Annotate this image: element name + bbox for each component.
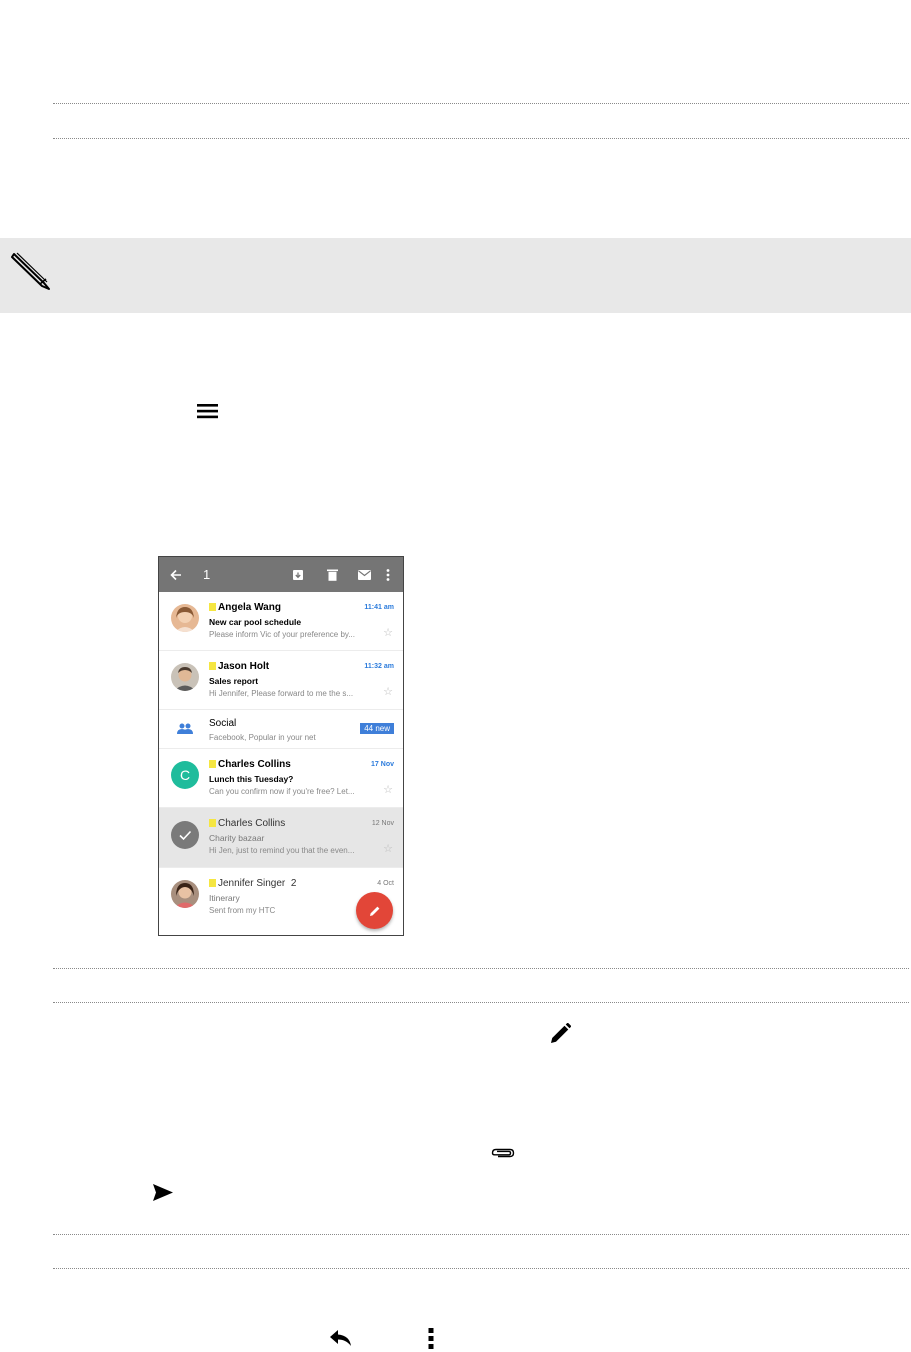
more-vert-icon <box>428 1328 434 1349</box>
email-subject: Sales report <box>209 676 259 686</box>
note-box <box>0 238 911 313</box>
important-marker-icon <box>209 662 216 670</box>
selected-count: 1 <box>203 567 211 582</box>
important-marker-icon <box>209 819 216 827</box>
email-sender: Angela Wang <box>209 602 281 613</box>
thread-count: 2 <box>290 878 297 889</box>
mark-unread-button[interactable] <box>355 557 373 592</box>
reply-icon <box>330 1330 351 1346</box>
trash-icon <box>326 569 338 581</box>
email-row[interactable]: C Charles Collins 17 Nov Lunch this Tues… <box>159 749 403 808</box>
avatar <box>171 663 199 691</box>
attachment-icon <box>491 1148 515 1158</box>
more-vert-icon <box>386 568 390 581</box>
pencil-icon <box>369 906 379 916</box>
avatar <box>171 604 199 632</box>
inbox-screenshot: 1 Angela Wang 11:41 am New car pool sche… <box>158 556 404 936</box>
compose-pencil-icon <box>551 1023 571 1043</box>
email-subject: Charity bazaar <box>209 833 265 843</box>
category-snippet: Facebook, Popular in your net <box>209 733 316 742</box>
star-icon[interactable]: ☆ <box>383 844 393 855</box>
email-time: 11:32 am <box>364 663 394 670</box>
check-icon <box>179 830 192 841</box>
category-name: Social <box>209 718 237 729</box>
divider <box>53 1234 909 1235</box>
note-pencil-icon <box>11 252 50 290</box>
email-snippet: Hi Jennifer, Please forward to me the s.… <box>209 689 354 698</box>
back-arrow-icon <box>170 569 181 580</box>
email-snippet: Please inform Vic of your preference by.… <box>209 630 355 639</box>
email-snippet: Hi Jen, just to remind you that the even… <box>209 846 355 855</box>
action-toolbar: 1 <box>159 557 403 592</box>
email-sender: Charles Collins <box>209 759 291 770</box>
avatar: C <box>171 761 199 789</box>
divider <box>53 1002 909 1003</box>
star-icon[interactable]: ☆ <box>383 785 393 796</box>
divider <box>53 968 909 969</box>
divider <box>53 103 909 104</box>
email-sender: Charles Collins <box>209 818 285 829</box>
star-icon[interactable]: ☆ <box>383 687 393 698</box>
important-marker-icon <box>209 879 216 887</box>
divider <box>53 1268 909 1269</box>
send-icon <box>153 1184 173 1201</box>
email-row[interactable]: Angela Wang 11:41 am New car pool schedu… <box>159 592 403 651</box>
star-icon[interactable]: ☆ <box>383 628 393 639</box>
more-options-button[interactable] <box>381 557 395 592</box>
email-subject: New car pool schedule <box>209 617 302 627</box>
email-subject: Itinerary <box>209 893 240 903</box>
email-time: 11:41 am <box>364 604 394 611</box>
email-time: 4 Oct <box>377 880 394 887</box>
avatar <box>171 880 199 908</box>
menu-icon <box>197 404 218 419</box>
divider <box>53 138 909 139</box>
important-marker-icon <box>209 760 216 768</box>
compose-button[interactable] <box>356 892 393 929</box>
archive-icon <box>293 569 303 580</box>
people-icon <box>177 723 193 734</box>
email-time: 17 Nov <box>371 761 394 768</box>
email-snippet: Sent from my HTC <box>209 906 276 915</box>
email-sender: Jennifer Singer 2 <box>209 878 296 889</box>
back-button[interactable] <box>167 557 185 592</box>
email-time: 12 Nov <box>371 820 394 827</box>
email-snippet: Can you confirm now if you're free? Let.… <box>209 787 355 796</box>
email-subject: Lunch this Tuesday? <box>209 774 294 784</box>
avatar <box>171 821 199 849</box>
archive-button[interactable] <box>289 557 307 592</box>
mail-icon <box>357 569 371 580</box>
email-sender: Jason Holt <box>209 661 269 672</box>
email-row[interactable]: Jason Holt 11:32 am Sales report Hi Jenn… <box>159 651 403 710</box>
delete-button[interactable] <box>323 557 341 592</box>
social-category-row[interactable]: Social 44 new Facebook, Popular in your … <box>159 710 403 749</box>
important-marker-icon <box>209 603 216 611</box>
email-row-selected[interactable]: Charles Collins 12 Nov Charity bazaar Hi… <box>159 808 403 868</box>
